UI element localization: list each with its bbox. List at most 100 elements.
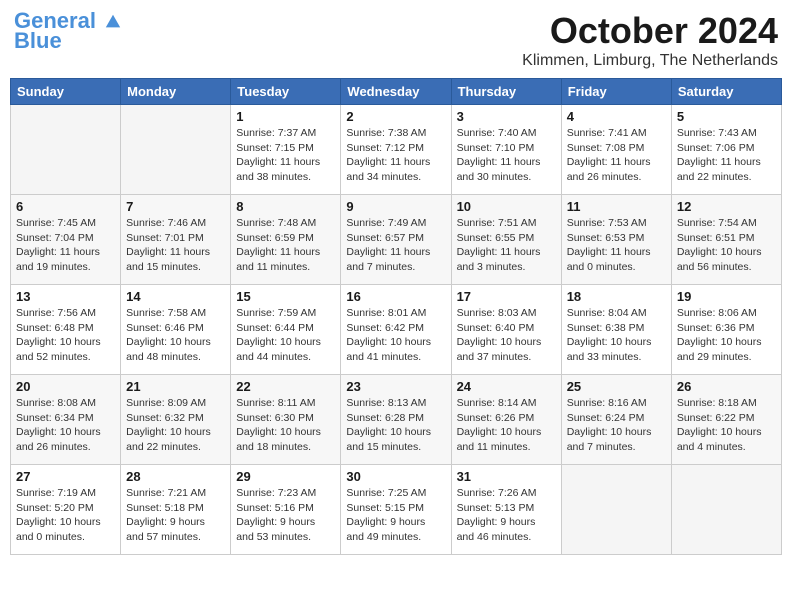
day-number: 18 <box>567 289 666 304</box>
day-info: Sunrise: 7:41 AM Sunset: 7:08 PM Dayligh… <box>567 126 666 185</box>
calendar-cell: 31 Sunrise: 7:26 AM Sunset: 5:13 PM Dayli… <box>451 465 561 555</box>
day-number: 5 <box>677 109 776 124</box>
calendar-cell: 21 Sunrise: 8:09 AM Sunset: 6:32 PM Dayli… <box>121 375 231 465</box>
day-info: Sunrise: 8:06 AM Sunset: 6:36 PM Dayligh… <box>677 306 776 365</box>
calendar-cell: 4Sunrise: 7:41 AM Sunset: 7:08 PM Daylig… <box>561 105 671 195</box>
col-header-sunday: Sunday <box>11 79 121 105</box>
calendar-cell <box>11 105 121 195</box>
calendar-cell: 28Sunrise: 7:21 AM Sunset: 5:18 PM Dayli… <box>121 465 231 555</box>
calendar-cell: 7 Sunrise: 7:46 AM Sunset: 7:01 PM Daylig… <box>121 195 231 285</box>
col-header-friday: Friday <box>561 79 671 105</box>
day-info: Sunrise: 7:37 AM Sunset: 7:15 PM Dayligh… <box>236 126 335 185</box>
calendar-cell: 19 Sunrise: 8:06 AM Sunset: 6:36 PM Dayli… <box>671 285 781 375</box>
logo-blue: Blue <box>14 30 62 52</box>
day-number: 14 <box>126 289 225 304</box>
calendar-table: SundayMondayTuesdayWednesdayThursdayFrid… <box>10 78 782 555</box>
day-info: Sunrise: 8:01 AM Sunset: 6:42 PM Dayligh… <box>346 306 445 365</box>
calendar-cell: 9Sunrise: 7:49 AM Sunset: 6:57 PM Daylig… <box>341 195 451 285</box>
calendar-cell: 6 Sunrise: 7:45 AM Sunset: 7:04 PM Daylig… <box>11 195 121 285</box>
col-header-tuesday: Tuesday <box>231 79 341 105</box>
page-header: General Blue October 2024 Klimmen, Limbu… <box>10 10 782 70</box>
day-number: 16 <box>346 289 445 304</box>
day-info: Sunrise: 7:45 AM Sunset: 7:04 PM Dayligh… <box>16 216 115 275</box>
day-number: 3 <box>457 109 556 124</box>
calendar-cell: 24 Sunrise: 8:14 AM Sunset: 6:26 PM Dayli… <box>451 375 561 465</box>
day-number: 15 <box>236 289 335 304</box>
calendar-cell: 20Sunrise: 8:08 AM Sunset: 6:34 PM Dayli… <box>11 375 121 465</box>
calendar-cell: 26Sunrise: 8:18 AM Sunset: 6:22 PM Dayli… <box>671 375 781 465</box>
day-info: Sunrise: 7:25 AM Sunset: 5:15 PM Dayligh… <box>346 486 445 545</box>
day-info: Sunrise: 7:51 AM Sunset: 6:55 PM Dayligh… <box>457 216 556 275</box>
day-number: 31 <box>457 469 556 484</box>
day-info: Sunrise: 7:46 AM Sunset: 7:01 PM Dayligh… <box>126 216 225 275</box>
month-title: October 2024 <box>522 10 778 52</box>
day-info: Sunrise: 8:03 AM Sunset: 6:40 PM Dayligh… <box>457 306 556 365</box>
calendar-cell: 10 Sunrise: 7:51 AM Sunset: 6:55 PM Dayli… <box>451 195 561 285</box>
day-number: 6 <box>16 199 115 214</box>
day-number: 22 <box>236 379 335 394</box>
day-info: Sunrise: 7:54 AM Sunset: 6:51 PM Dayligh… <box>677 216 776 275</box>
day-number: 8 <box>236 199 335 214</box>
calendar-cell: 5 Sunrise: 7:43 AM Sunset: 7:06 PM Daylig… <box>671 105 781 195</box>
day-info: Sunrise: 7:40 AM Sunset: 7:10 PM Dayligh… <box>457 126 556 185</box>
day-number: 9 <box>346 199 445 214</box>
calendar-week-row: 27 Sunrise: 7:19 AM Sunset: 5:20 PM Dayli… <box>11 465 782 555</box>
day-info: Sunrise: 7:38 AM Sunset: 7:12 PM Dayligh… <box>346 126 445 185</box>
calendar-cell: 3 Sunrise: 7:40 AM Sunset: 7:10 PM Daylig… <box>451 105 561 195</box>
day-number: 10 <box>457 199 556 214</box>
col-header-thursday: Thursday <box>451 79 561 105</box>
calendar-cell: 14 Sunrise: 7:58 AM Sunset: 6:46 PM Dayli… <box>121 285 231 375</box>
calendar-week-row: 20Sunrise: 8:08 AM Sunset: 6:34 PM Dayli… <box>11 375 782 465</box>
calendar-cell: 8 Sunrise: 7:48 AM Sunset: 6:59 PM Daylig… <box>231 195 341 285</box>
logo-icon <box>104 13 122 31</box>
calendar-cell: 23Sunrise: 8:13 AM Sunset: 6:28 PM Dayli… <box>341 375 451 465</box>
day-info: Sunrise: 7:26 AM Sunset: 5:13 PM Dayligh… <box>457 486 556 545</box>
col-header-saturday: Saturday <box>671 79 781 105</box>
day-number: 7 <box>126 199 225 214</box>
day-number: 24 <box>457 379 556 394</box>
day-info: Sunrise: 8:04 AM Sunset: 6:38 PM Dayligh… <box>567 306 666 365</box>
calendar-cell: 13Sunrise: 7:56 AM Sunset: 6:48 PM Dayli… <box>11 285 121 375</box>
calendar-header-row: SundayMondayTuesdayWednesdayThursdayFrid… <box>11 79 782 105</box>
calendar-cell: 30Sunrise: 7:25 AM Sunset: 5:15 PM Dayli… <box>341 465 451 555</box>
day-info: Sunrise: 8:16 AM Sunset: 6:24 PM Dayligh… <box>567 396 666 455</box>
day-number: 19 <box>677 289 776 304</box>
day-number: 26 <box>677 379 776 394</box>
day-info: Sunrise: 7:23 AM Sunset: 5:16 PM Dayligh… <box>236 486 335 545</box>
calendar-cell: 16 Sunrise: 8:01 AM Sunset: 6:42 PM Dayli… <box>341 285 451 375</box>
day-number: 28 <box>126 469 225 484</box>
col-header-monday: Monday <box>121 79 231 105</box>
day-number: 1 <box>236 109 335 124</box>
day-number: 21 <box>126 379 225 394</box>
calendar-cell: 2 Sunrise: 7:38 AM Sunset: 7:12 PM Daylig… <box>341 105 451 195</box>
calendar-cell: 22 Sunrise: 8:11 AM Sunset: 6:30 PM Dayli… <box>231 375 341 465</box>
day-info: Sunrise: 7:43 AM Sunset: 7:06 PM Dayligh… <box>677 126 776 185</box>
day-info: Sunrise: 8:08 AM Sunset: 6:34 PM Dayligh… <box>16 396 115 455</box>
calendar-cell <box>671 465 781 555</box>
day-info: Sunrise: 8:11 AM Sunset: 6:30 PM Dayligh… <box>236 396 335 455</box>
day-info: Sunrise: 7:19 AM Sunset: 5:20 PM Dayligh… <box>16 486 115 545</box>
day-info: Sunrise: 7:48 AM Sunset: 6:59 PM Dayligh… <box>236 216 335 275</box>
day-number: 12 <box>677 199 776 214</box>
day-number: 2 <box>346 109 445 124</box>
calendar-cell <box>121 105 231 195</box>
day-info: Sunrise: 7:59 AM Sunset: 6:44 PM Dayligh… <box>236 306 335 365</box>
logo: General Blue <box>14 10 122 52</box>
calendar-cell: 12 Sunrise: 7:54 AM Sunset: 6:51 PM Dayli… <box>671 195 781 285</box>
calendar-cell: 1 Sunrise: 7:37 AM Sunset: 7:15 PM Daylig… <box>231 105 341 195</box>
col-header-wednesday: Wednesday <box>341 79 451 105</box>
title-block: October 2024 Klimmen, Limburg, The Nethe… <box>522 10 778 70</box>
calendar-week-row: 13Sunrise: 7:56 AM Sunset: 6:48 PM Dayli… <box>11 285 782 375</box>
calendar-cell: 27 Sunrise: 7:19 AM Sunset: 5:20 PM Dayli… <box>11 465 121 555</box>
calendar-cell: 11Sunrise: 7:53 AM Sunset: 6:53 PM Dayli… <box>561 195 671 285</box>
calendar-cell: 17Sunrise: 8:03 AM Sunset: 6:40 PM Dayli… <box>451 285 561 375</box>
calendar-cell: 25Sunrise: 8:16 AM Sunset: 6:24 PM Dayli… <box>561 375 671 465</box>
calendar-cell <box>561 465 671 555</box>
day-info: Sunrise: 8:14 AM Sunset: 6:26 PM Dayligh… <box>457 396 556 455</box>
calendar-cell: 29Sunrise: 7:23 AM Sunset: 5:16 PM Dayli… <box>231 465 341 555</box>
day-number: 27 <box>16 469 115 484</box>
day-info: Sunrise: 8:09 AM Sunset: 6:32 PM Dayligh… <box>126 396 225 455</box>
calendar-week-row: 6 Sunrise: 7:45 AM Sunset: 7:04 PM Daylig… <box>11 195 782 285</box>
day-info: Sunrise: 7:58 AM Sunset: 6:46 PM Dayligh… <box>126 306 225 365</box>
day-number: 13 <box>16 289 115 304</box>
